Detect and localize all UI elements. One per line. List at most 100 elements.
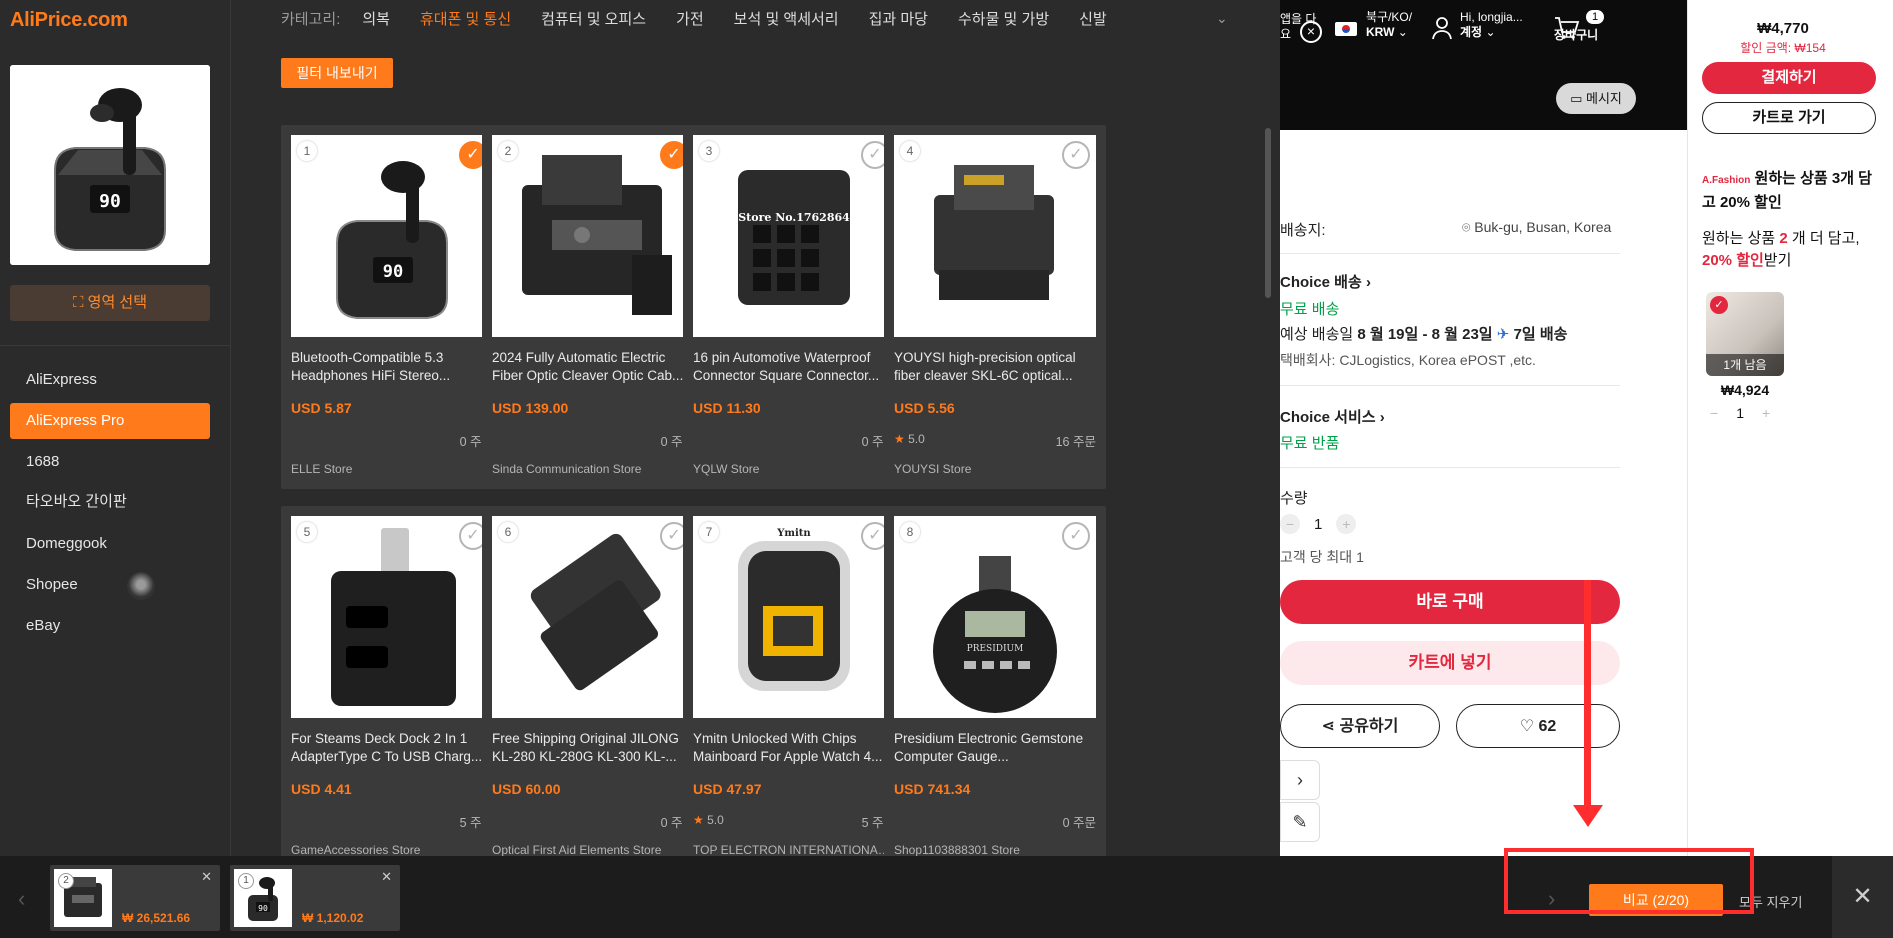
source-domeggook[interactable]: Domeggook	[10, 526, 210, 562]
minus-icon[interactable]: −	[1280, 514, 1300, 534]
product-title[interactable]: Ymitn Unlocked With Chips Mainboard For …	[693, 730, 895, 766]
product-card[interactable]: Store No.1762864 3 ✓ 16 pin Automotive Wate…	[683, 125, 905, 489]
product-image[interactable]: 90 1 ✓	[291, 135, 493, 337]
aliprice-logo: AliPrice.com	[10, 9, 128, 31]
product-store[interactable]: TOP ELECTRON INTERNATIONAL CO., LTD	[693, 843, 893, 857]
chevron-right-icon[interactable]: ›	[1280, 760, 1320, 800]
area-select-label: 영역 선택	[87, 294, 148, 311]
check-icon[interactable]: ✓	[1710, 296, 1728, 314]
buy-now-button[interactable]: 바로 구매	[1280, 580, 1620, 624]
compare-item[interactable]: 90 1 ₩ 1,120.02 ✕	[230, 865, 400, 931]
wishlist-button[interactable]: ♡ 62	[1456, 704, 1620, 748]
quantity-stepper[interactable]: − 1 +	[1280, 514, 1357, 534]
shopee-avatar	[127, 572, 155, 600]
category-shoes[interactable]: 신발	[1079, 8, 1107, 29]
source-ebay[interactable]: eBay	[10, 608, 210, 644]
source-shopee[interactable]: Shopee	[10, 567, 210, 603]
check-icon[interactable]: ✓	[1062, 141, 1090, 169]
product-store[interactable]: GameAccessories Store	[291, 843, 491, 857]
share-label: 공유하기	[1339, 718, 1399, 735]
product-card[interactable]: 6 ✓ Free Shipping Original JILONG KL-280 K…	[482, 506, 704, 870]
add-to-cart-button[interactable]: 카트에 넣기	[1280, 641, 1620, 685]
plus-icon[interactable]: +	[1762, 405, 1770, 421]
account-menu[interactable]: Hi, longjia... 계정 ⌄	[1460, 10, 1523, 40]
category-clothing[interactable]: 의복	[362, 8, 390, 29]
choice-shipping-link[interactable]: Choice 배송 ›	[1280, 271, 1371, 292]
plus-icon[interactable]: +	[1336, 514, 1357, 534]
product-title[interactable]: For Steams Deck Dock 2 In 1 AdapterType …	[291, 730, 493, 766]
source-1688[interactable]: 1688	[10, 444, 210, 480]
product-image[interactable]: Store No.1762864 3 ✓	[693, 135, 895, 337]
free-shipping-label: 무료 배송	[1280, 301, 1340, 318]
product-card[interactable]: 2 ✓ 2024 Fully Automatic Electric Fiber Op…	[482, 125, 704, 489]
cart-label[interactable]: 장바구니	[1554, 28, 1598, 43]
heart-icon: ♡	[1519, 718, 1539, 735]
compare-item-number: 2	[58, 873, 74, 889]
user-icon[interactable]	[1431, 16, 1453, 40]
area-select-button[interactable]: ⛶ 영역 선택	[10, 285, 210, 321]
category-home-garden[interactable]: 집과 마당	[869, 8, 928, 29]
close-icon[interactable]: ×	[1300, 21, 1322, 43]
choice-service-link[interactable]: Choice 서비스 ›	[1280, 406, 1385, 427]
chevron-left-icon[interactable]: ‹	[18, 886, 25, 912]
product-title[interactable]: YOUYSI high-precision optical fiber clea…	[894, 349, 1096, 385]
product-price: USD 5.56	[894, 400, 955, 416]
category-phones[interactable]: 휴대폰 및 통신	[420, 8, 511, 29]
category-computer[interactable]: 컴퓨터 및 오피스	[541, 8, 646, 29]
product-card[interactable]: 90 1 ✓ Bluetooth-Compatible 5.3 Headphones …	[281, 125, 503, 489]
cart-item-quantity[interactable]: − 1 +	[1710, 405, 1770, 421]
category-appliances[interactable]: 가전	[676, 8, 704, 29]
product-image[interactable]: 2 ✓	[492, 135, 694, 337]
chevron-down-icon: ⌄	[1397, 25, 1408, 39]
product-image[interactable]: PRESIDIUM 8 ✓	[894, 516, 1096, 718]
region-selector[interactable]: 북구/KO/ KRW ⌄	[1366, 10, 1412, 40]
product-store[interactable]: Optical First Aid Elements Store	[492, 843, 692, 857]
image-text: Ymitn	[776, 528, 811, 539]
product-store[interactable]: YQLW Store	[693, 462, 893, 476]
source-aliexpress-pro[interactable]: AliExpress Pro	[10, 403, 210, 439]
product-card[interactable]: 5 ✓ For Steams Deck Dock 2 In 1 AdapterTyp…	[281, 506, 503, 870]
promo-discount: 20% 할인	[1702, 252, 1764, 269]
cart-item-image[interactable]: ✓ 1개 남음	[1706, 292, 1784, 376]
svg-text:90: 90	[258, 904, 268, 913]
close-icon[interactable]: ✕	[1832, 856, 1893, 938]
compare-item[interactable]: 2 ₩ 26,521.66 ✕	[50, 865, 220, 931]
check-icon[interactable]: ✓	[1062, 522, 1090, 550]
source-taobao[interactable]: 타오바오 간이판	[10, 484, 210, 520]
shipping-address[interactable]: ⌾ Buk-gu, Busan, Korea	[1462, 219, 1611, 236]
product-card[interactable]: 4 ✓ YOUYSI high-precision optical fiber cl…	[884, 125, 1106, 489]
product-image[interactable]: 6 ✓	[492, 516, 694, 718]
product-title[interactable]: Free Shipping Original JILONG KL-280 KL-…	[492, 730, 694, 766]
chevron-down-icon[interactable]: ⌄	[1216, 10, 1228, 27]
scrollbar[interactable]	[1265, 128, 1271, 298]
category-jewelry[interactable]: 보석 및 액세서리	[734, 8, 839, 29]
checkout-button[interactable]: 결제하기	[1702, 62, 1876, 94]
edit-icon[interactable]: ✎	[1280, 802, 1320, 842]
share-button[interactable]: ⋖ 공유하기	[1280, 704, 1440, 748]
category-luggage[interactable]: 수하물 및 가방	[958, 8, 1049, 29]
export-filter-button[interactable]: 필터 내보내기	[281, 58, 393, 88]
close-icon[interactable]: ✕	[381, 869, 392, 885]
product-image[interactable]: Ymitn 7 ✓	[693, 516, 895, 718]
message-button[interactable]: ▭ 메시지	[1556, 83, 1636, 114]
product-card[interactable]: Ymitn 7 ✓ Ymitn Unlocked With Chips Mainboa…	[683, 506, 905, 870]
product-card[interactable]: PRESIDIUM 8 ✓ Presidium Electronic Gemstone…	[884, 506, 1106, 870]
plane-icon: ✈	[1496, 326, 1510, 343]
promo-progress: 원하는 상품 2 개 더 담고, 20% 할인받기	[1702, 228, 1882, 272]
cart-total: ₩4,770	[1757, 20, 1809, 37]
go-to-cart-button[interactable]: 카트로 가기	[1702, 102, 1876, 134]
product-store[interactable]: Sinda Communication Store	[492, 462, 692, 476]
results-area: 카테고리: 의복 휴대폰 및 통신 컴퓨터 및 오피스 가전 보석 및 액세서리…	[231, 0, 1280, 870]
product-image[interactable]: 4 ✓	[894, 135, 1096, 337]
product-store[interactable]: ELLE Store	[291, 462, 491, 476]
product-title[interactable]: Bluetooth-Compatible 5.3 Headphones HiFi…	[291, 349, 493, 385]
product-store[interactable]: Shop1103888301 Store	[894, 843, 1094, 857]
minus-icon[interactable]: −	[1710, 405, 1718, 421]
product-image[interactable]: 5 ✓	[291, 516, 493, 718]
product-title[interactable]: 2024 Fully Automatic Electric Fiber Opti…	[492, 349, 694, 385]
product-title[interactable]: Presidium Electronic Gemstone Computer G…	[894, 730, 1096, 766]
product-title[interactable]: 16 pin Automotive Waterproof Connector S…	[693, 349, 895, 385]
close-icon[interactable]: ✕	[201, 869, 212, 885]
product-store[interactable]: YOUYSI Store	[894, 462, 1094, 476]
source-aliexpress[interactable]: AliExpress	[10, 362, 210, 398]
